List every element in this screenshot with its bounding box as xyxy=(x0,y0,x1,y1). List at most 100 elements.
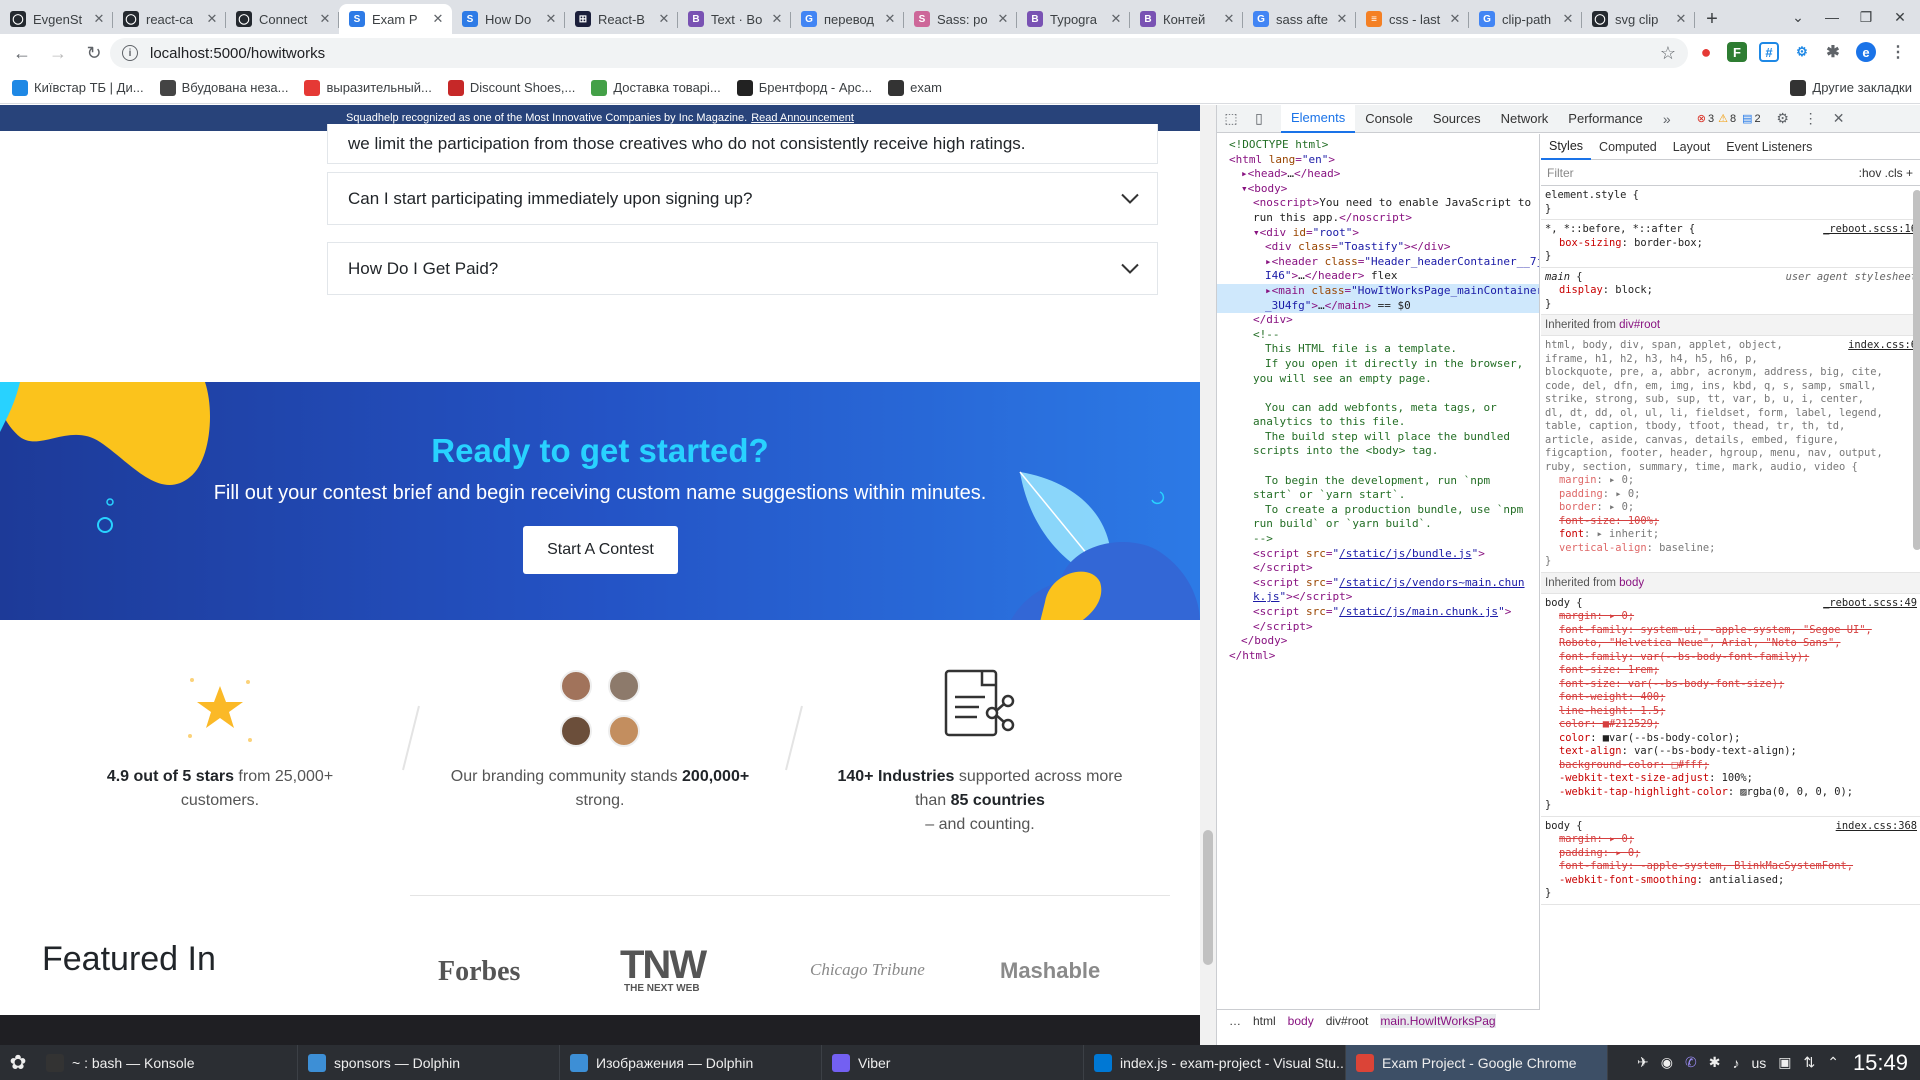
bookmark-star-icon[interactable]: ☆ xyxy=(1660,43,1676,64)
devtools-menu-icon[interactable]: ⋮ xyxy=(1803,110,1819,127)
dom-node-line[interactable]: run build` or `yarn build`. xyxy=(1217,517,1539,532)
close-tab-icon[interactable]: ✕ xyxy=(769,11,785,27)
dom-node-line[interactable] xyxy=(1217,459,1539,474)
network-extension-icon[interactable]: ⚙ xyxy=(1792,42,1812,62)
dom-node-line[interactable]: <script src="/static/js/vendors~main.chu… xyxy=(1217,576,1539,591)
reload-icon[interactable]: ↻ xyxy=(80,39,108,67)
dom-node-line[interactable]: <div class="Toastify"></div> xyxy=(1217,240,1539,255)
taskbar-item[interactable]: sponsors — Dolphin xyxy=(298,1045,560,1080)
browser-tab[interactable]: ◯ Connect ✕ xyxy=(226,4,339,34)
inherited-body-link[interactable]: body xyxy=(1619,577,1644,589)
dom-node-line[interactable]: you will see an empty page. xyxy=(1217,372,1539,387)
browser-tab[interactable]: ◯ react-ca ✕ xyxy=(113,4,226,34)
close-tab-icon[interactable]: ✕ xyxy=(882,11,898,27)
address-bar[interactable]: i localhost:5000/howitworks ☆ xyxy=(110,38,1688,68)
breadcrumb-item[interactable]: html xyxy=(1253,1014,1276,1028)
dom-node-line[interactable]: run this app.</noscript> xyxy=(1217,211,1539,226)
browser-tab[interactable]: B Контей ✕ xyxy=(1130,4,1243,34)
start-contest-button[interactable]: Start A Contest xyxy=(523,526,678,574)
devtools-tab[interactable]: Console xyxy=(1355,105,1423,133)
close-tab-icon[interactable]: ✕ xyxy=(430,11,446,27)
dom-node-line[interactable]: </body> xyxy=(1217,634,1539,649)
dom-node-line[interactable]: </div> xyxy=(1217,313,1539,328)
breadcrumb-item[interactable]: body xyxy=(1288,1014,1314,1028)
minimize-icon[interactable]: — xyxy=(1815,0,1849,34)
bookmark-item[interactable]: Доставка товарі... xyxy=(591,79,721,96)
taskbar-item[interactable]: Exam Project - Google Chrome xyxy=(1346,1045,1608,1080)
breadcrumb-item[interactable]: div#root xyxy=(1326,1014,1369,1028)
browser-tab[interactable]: B Typogra ✕ xyxy=(1017,4,1130,34)
page-scrollbar-thumb[interactable] xyxy=(1203,830,1213,965)
clipboard-icon[interactable]: ▣ xyxy=(1778,1054,1791,1071)
dom-node-line[interactable]: The build step will place the bundled xyxy=(1217,430,1539,445)
bookmark-item[interactable]: Київстар ТБ | Ди... xyxy=(12,79,144,96)
dom-node-line[interactable]: ▸<header class="Header_headerContainer__… xyxy=(1217,255,1539,270)
dom-node-line[interactable]: <html lang="en"> xyxy=(1217,153,1539,168)
devtools-tab[interactable]: Elements xyxy=(1281,104,1356,133)
network-icon[interactable]: ⇅ xyxy=(1803,1054,1815,1071)
dom-node-line[interactable]: <!-- xyxy=(1217,328,1539,343)
chrome-menu-icon[interactable]: ⋮ xyxy=(1888,42,1908,62)
app-launcher-icon[interactable]: ✿ xyxy=(0,1045,36,1080)
dom-node-line[interactable]: ▾<body> xyxy=(1217,182,1539,197)
notifications-icon[interactable]: ✈ xyxy=(1637,1054,1649,1071)
extensions-puzzle-icon[interactable]: ✱ xyxy=(1823,42,1843,62)
close-tab-icon[interactable]: ✕ xyxy=(656,11,672,27)
filter-input[interactable]: Filter xyxy=(1547,166,1574,180)
styles-subtab[interactable]: Layout xyxy=(1665,134,1719,160)
filter-tools[interactable]: :hov .cls + xyxy=(1859,166,1913,180)
volume-icon[interactable]: ♪ xyxy=(1732,1055,1739,1071)
dom-node-line[interactable]: To create a production bundle, use `npm xyxy=(1217,503,1539,518)
bookmark-item[interactable]: выразительный... xyxy=(304,79,432,96)
breadcrumb-item[interactable]: main.HowItWorksPag xyxy=(1380,1013,1496,1028)
close-tab-icon[interactable]: ✕ xyxy=(1447,11,1463,27)
close-tab-icon[interactable]: ✕ xyxy=(317,11,333,27)
close-devtools-icon[interactable]: ✕ xyxy=(1831,110,1847,127)
bookmark-item[interactable]: exam xyxy=(888,79,942,96)
settings-gear-icon[interactable]: ⚙ xyxy=(1775,110,1791,127)
taskbar-item[interactable]: index.js - exam-project - Visual Stu... xyxy=(1084,1045,1346,1080)
profile-avatar[interactable]: e xyxy=(1856,42,1876,62)
browser-tab[interactable]: B Text · Bo ✕ xyxy=(678,4,791,34)
dom-node-line[interactable]: If you open it directly in the browser, xyxy=(1217,357,1539,372)
inherited-root-link[interactable]: div#root xyxy=(1619,319,1660,331)
dom-node-line[interactable]: ▸<main class="HowItWorksPage_mainContain… xyxy=(1217,283,1539,299)
dom-node-line[interactable]: You can add webfonts, meta tags, or xyxy=(1217,401,1539,416)
dom-node-line[interactable]: --> xyxy=(1217,532,1539,547)
new-tab-icon[interactable]: + xyxy=(1695,4,1729,34)
bluetooth-icon[interactable]: ✱ xyxy=(1709,1054,1721,1071)
dom-node-line[interactable]: I46">…</header> flex xyxy=(1217,269,1539,284)
dom-node-line[interactable]: <script src="/static/js/bundle.js"> xyxy=(1217,547,1539,562)
dom-node-line[interactable]: <noscript>You need to enable JavaScript … xyxy=(1217,196,1539,211)
restore-icon[interactable]: ❐ xyxy=(1849,0,1883,34)
bookmark-item[interactable]: Discount Shoes,... xyxy=(447,79,575,96)
dom-node-line[interactable]: <!DOCTYPE html> xyxy=(1217,138,1539,153)
close-tab-icon[interactable]: ✕ xyxy=(1108,11,1124,27)
dom-node-line[interactable]: ▾<div id="root"> xyxy=(1217,226,1539,241)
feedly-extension-icon[interactable]: F xyxy=(1727,42,1747,62)
close-tab-icon[interactable]: ✕ xyxy=(1560,11,1576,27)
browser-tab[interactable]: S How Do ✕ xyxy=(452,4,565,34)
browser-tab[interactable]: Gперевод ✕ xyxy=(791,4,904,34)
styles-subtab[interactable]: Computed xyxy=(1591,134,1665,160)
dom-node-line[interactable] xyxy=(1217,386,1539,401)
dom-node-line[interactable]: </html> xyxy=(1217,649,1539,664)
dom-node-line[interactable]: </script> xyxy=(1217,620,1539,635)
browser-tab[interactable]: ◯ EvgenSt ✕ xyxy=(0,4,113,34)
tray-expand-icon[interactable]: ⌃ xyxy=(1827,1054,1839,1071)
browser-tab[interactable]: ◯ svg clip ✕ xyxy=(1582,4,1695,34)
dom-node-line[interactable]: k.js"></script> xyxy=(1217,590,1539,605)
read-announcement-link[interactable]: Read Announcement xyxy=(751,112,854,124)
close-tab-icon[interactable]: ✕ xyxy=(1673,11,1689,27)
close-tab-icon[interactable]: ✕ xyxy=(91,11,107,27)
site-info-icon[interactable]: i xyxy=(122,45,138,61)
faq-item[interactable]: How Do I Get Paid? xyxy=(327,242,1158,295)
faq-item[interactable]: Can I start participating immediately up… xyxy=(327,172,1158,225)
crumbs-more-icon[interactable]: … xyxy=(1229,1014,1241,1028)
grid-extension-icon[interactable]: # xyxy=(1759,42,1779,62)
dom-node-line[interactable]: </script> xyxy=(1217,561,1539,576)
device-toolbar-icon[interactable]: ▯ xyxy=(1251,110,1267,127)
devtools-tab[interactable]: Performance xyxy=(1558,105,1652,133)
tab-search-icon[interactable]: ⌄ xyxy=(1781,0,1815,34)
bookmark-item[interactable]: Вбудована неза... xyxy=(159,79,288,96)
